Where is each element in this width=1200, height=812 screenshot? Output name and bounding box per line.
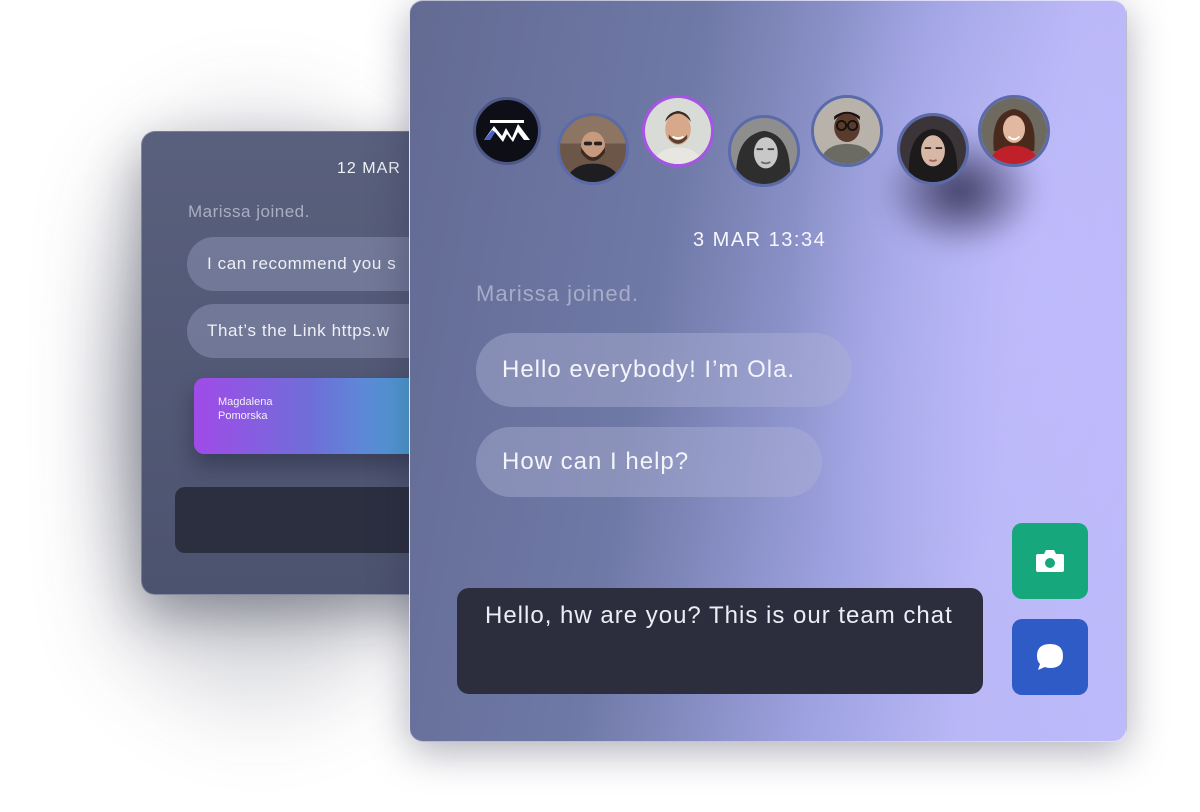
avatar-smiling-man[interactable] xyxy=(642,95,714,167)
joined-notice: Marissa joined. xyxy=(476,281,639,306)
chat-button[interactable] xyxy=(1012,619,1088,695)
avatar-man-beard-image xyxy=(560,116,626,182)
avatar-woman-bw[interactable] xyxy=(728,115,800,187)
message-input[interactable]: Hello, hw are you? This is our team chat xyxy=(457,588,983,694)
avatar-man-beard[interactable] xyxy=(557,113,629,185)
avatar-man-glasses-image xyxy=(814,98,880,164)
avatar-woman-dark-hair[interactable] xyxy=(897,113,969,185)
message-bubble: Hello everybody! I’m Ola. xyxy=(476,333,852,407)
avatar-woman-bw-image xyxy=(731,118,797,184)
avatar-woman-red-image xyxy=(981,98,1047,164)
team-logo-icon xyxy=(484,120,530,142)
front-chat-panel: 3 MAR 13:34 Marissa joined. Hello everyb… xyxy=(409,0,1127,742)
camera-button[interactable] xyxy=(1012,523,1088,599)
message-bubble: How can I help? xyxy=(476,427,822,497)
chat-bubble-icon xyxy=(1037,644,1063,670)
camera-icon xyxy=(1036,550,1064,572)
user-card-name: Magdalena Pomorska xyxy=(218,396,273,422)
back-chat-date: 12 MAR xyxy=(337,160,401,177)
back-joined-notice: Marissa joined. xyxy=(188,202,310,221)
avatar-smiling-man-image xyxy=(645,98,711,164)
chat-date: 3 MAR 13:34 xyxy=(693,229,827,251)
avatar-woman-red[interactable] xyxy=(978,95,1050,167)
avatar-man-glasses[interactable] xyxy=(811,95,883,167)
avatar-woman-dark-hair-image xyxy=(900,116,966,182)
team-logo-avatar[interactable] xyxy=(473,97,541,165)
